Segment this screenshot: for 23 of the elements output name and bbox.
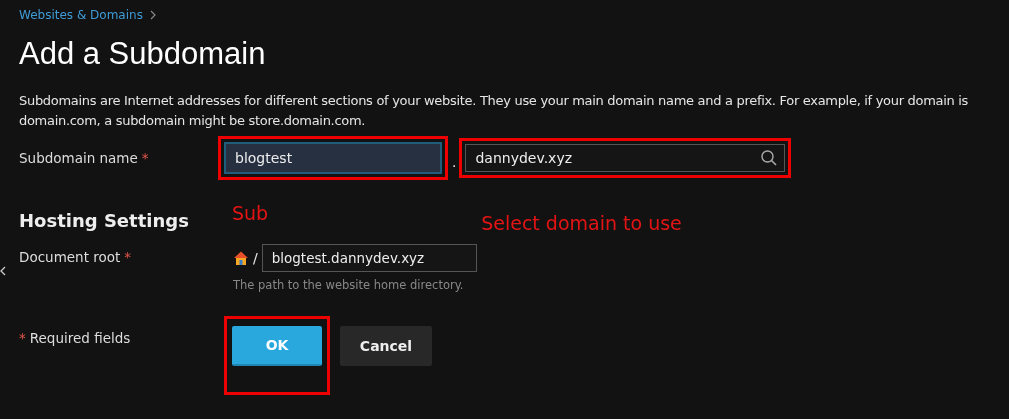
home-icon: [233, 250, 249, 266]
page-title: Add a Subdomain: [19, 35, 267, 73]
hint-text: The path to the website home directory.: [233, 278, 465, 292]
separator-text: /: [253, 250, 258, 266]
separator-text: .: [452, 154, 457, 170]
search-icon: [760, 149, 779, 167]
description-text: Subdomains are Internet addresses for different sections of your website. They use your main domain name and a prefix. For example, if your domain is domain.com, a subdomain might be store.domain.com.: [19, 92, 970, 130]
required-mark: *: [141, 150, 149, 166]
subdomain-input[interactable]: blogtest: [224, 142, 442, 174]
chevron-icon: [149, 10, 156, 20]
domain-select[interactable]: dannydev.xyz: [465, 144, 786, 172]
cancel-button[interactable]: Cancel: [340, 326, 432, 366]
collapse-icon[interactable]: [0, 266, 6, 276]
section-heading: Hosting Settings: [19, 210, 190, 231]
annotation-text: Select domain to use: [481, 212, 682, 234]
required-note: Required fields: [29, 330, 131, 346]
breadcrumb-link[interactable]: Websites & Domains: [19, 8, 143, 22]
annotation-text: Sub: [232, 202, 269, 224]
field-label: Subdomain name: [19, 150, 138, 166]
document-root-input[interactable]: blogtest.dannydev.xyz: [261, 244, 477, 272]
required-mark: *: [124, 249, 132, 265]
field-label: Document root: [19, 249, 121, 265]
required-mark: *: [19, 330, 26, 346]
